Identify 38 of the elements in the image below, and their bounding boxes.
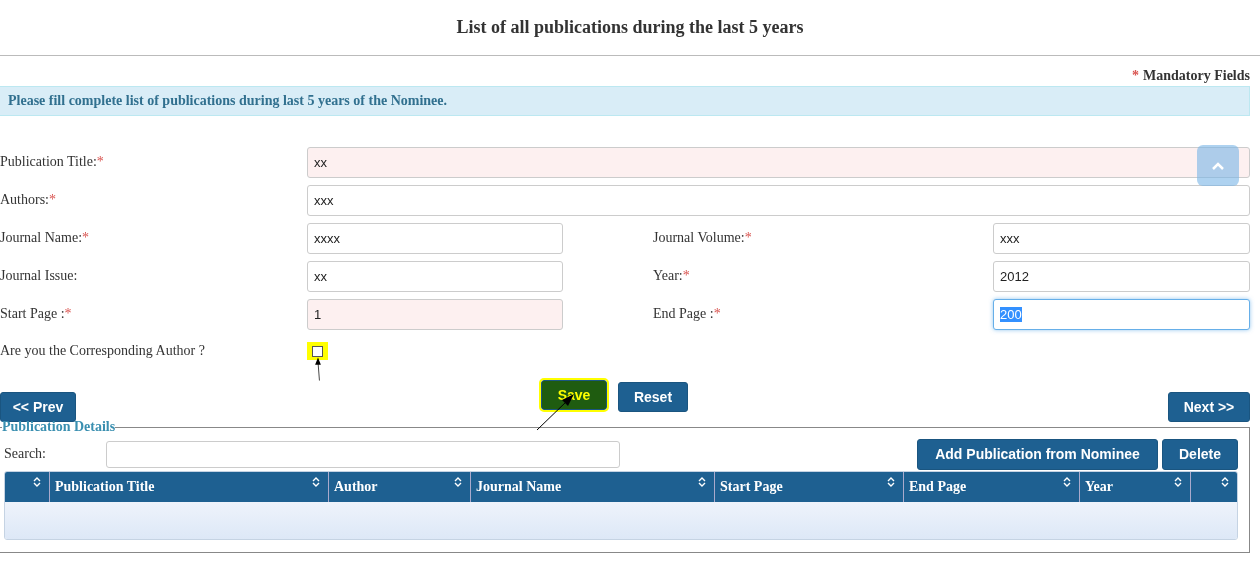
prev-button[interactable]: << Prev <box>0 392 76 422</box>
text-input[interactable]: xxx <box>993 223 1250 254</box>
text-input[interactable]: xxx <box>307 185 1250 216</box>
text-input[interactable]: xxxx <box>307 223 563 254</box>
sort-icon[interactable] <box>1221 476 1229 488</box>
field-label: Journal Volume:* <box>653 229 753 247</box>
sort-icon[interactable] <box>33 476 41 488</box>
page-title: List of all publications during the last 5 years <box>456 17 804 38</box>
sort-icon[interactable] <box>312 476 320 488</box>
sort-icon[interactable] <box>1063 476 1071 488</box>
add-publication-button[interactable]: Add Publication from Nominee <box>917 438 1158 470</box>
next-button[interactable]: Next >> <box>1168 392 1250 422</box>
field-label: Journal Issue: <box>0 267 79 285</box>
sort-icon[interactable] <box>1174 476 1182 488</box>
field-label: Authors:* <box>0 191 57 209</box>
field-label: Journal Name:* <box>0 229 91 247</box>
chevron-up-icon <box>1212 161 1224 170</box>
text-input[interactable]: xx <box>307 261 563 292</box>
sort-icon[interactable] <box>698 476 706 488</box>
sort-icon[interactable] <box>887 476 895 488</box>
field-label: Start Page :* <box>0 305 73 323</box>
text-input[interactable]: 2012 <box>993 261 1250 292</box>
info-banner: Please fill complete list of publications during last 5 years of the Nominee. <box>0 86 1250 116</box>
field-label: Year:* <box>653 267 691 285</box>
search-label: Search: <box>4 446 47 462</box>
arrow-drawing <box>312 356 324 382</box>
field-label: End Page :* <box>653 305 722 323</box>
field-label: Publication Title:* <box>0 153 105 171</box>
text-input[interactable]: xx <box>307 147 1250 178</box>
section-legend: Publication Details <box>2 419 116 435</box>
field-label: Are you the Corresponding Author ? <box>0 342 206 360</box>
checkbox[interactable] <box>312 345 323 357</box>
search-field[interactable] <box>106 440 620 468</box>
delete-button[interactable]: Delete <box>1162 438 1238 470</box>
reset-button[interactable]: Reset <box>618 382 688 412</box>
mandatory-note: * Mandatory Fields <box>1131 67 1251 85</box>
sort-icon[interactable] <box>454 476 462 488</box>
text-input[interactable]: 1 <box>307 299 563 330</box>
